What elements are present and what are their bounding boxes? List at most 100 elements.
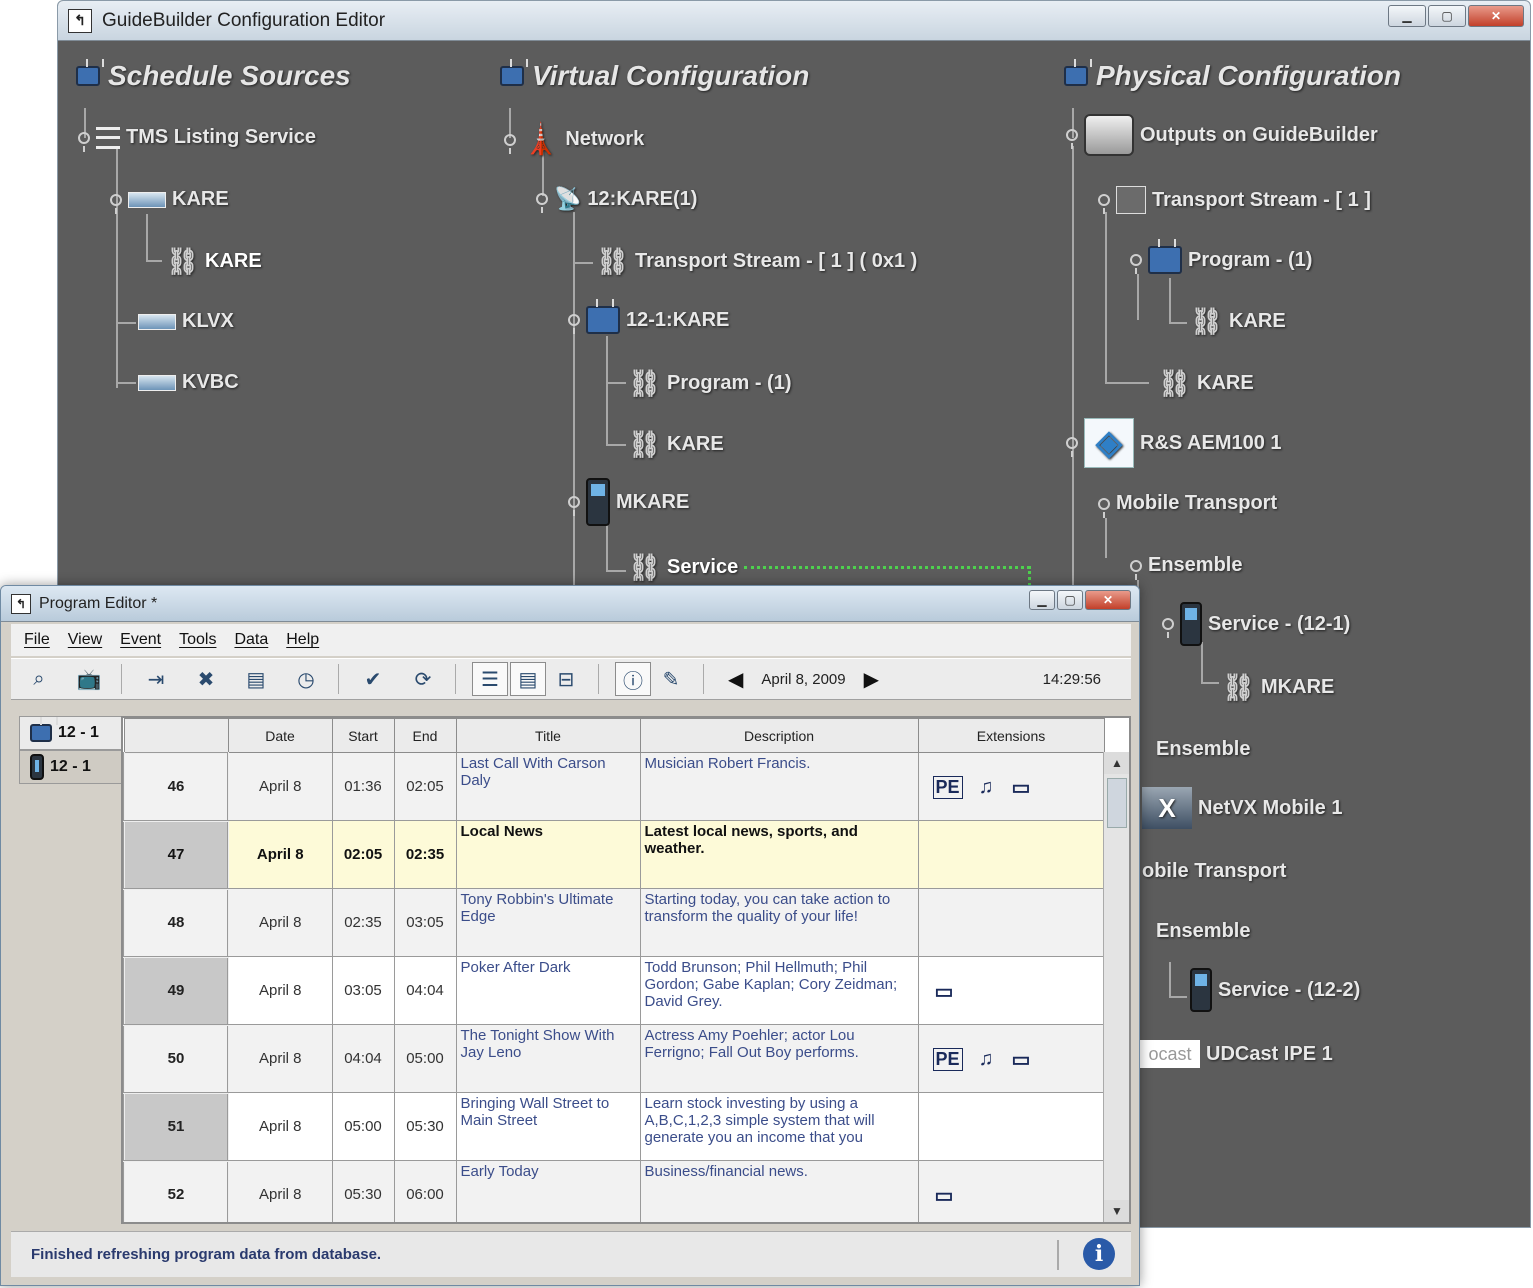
tree-node-kvbc[interactable]: KVBC [138,371,239,394]
description-cell[interactable]: Todd Brunson; Phil Hellmuth; Phil Gordon… [639,956,919,1025]
menu-file[interactable]: File [17,627,57,653]
table-row[interactable]: 46 April 8 01:36 02:05 Last Call With Carson… [123,751,1105,822]
audio-extension-icon[interactable]: ♫ [977,1048,996,1071]
expand-toggle[interactable] [78,131,90,152]
title-cell[interactable]: Tony Robbin's Ultimate Edge [455,888,641,957]
clock-icon[interactable]: ◷ [288,662,324,696]
extensions-cell[interactable]: PE ♫ ▭ [917,1024,1105,1093]
end-cell[interactable]: 02:05 [393,752,457,821]
title-cell[interactable]: The Tonight Show With Jay Leno [455,1024,641,1093]
caption-extension-icon[interactable]: ▭ [1010,775,1033,800]
expand-toggle[interactable] [1162,618,1174,638]
description-cell[interactable]: Business/financial news. [639,1160,919,1222]
tree-node-kare-virtual[interactable]: ⛓ KARE [628,429,724,460]
table-row[interactable]: 48 April 8 02:35 03:05 Tony Robbin's Ultimat… [123,887,1105,958]
tree-node-12-kare[interactable]: 📡 12:KARE(1) [536,186,697,213]
maximize-button[interactable]: ▢ [1428,5,1466,27]
extensions-cell[interactable]: PE ♫ ▭ [917,752,1105,821]
tree-node-ensemble-2[interactable]: Ensemble [1156,738,1250,761]
tree-node-mobile-transport-2[interactable]: obile Transport [1142,860,1286,883]
tree-node-service-virtual[interactable]: ⛓ Service [628,552,738,583]
previous-day-arrow-icon[interactable]: ◀ [728,667,743,692]
start-cell[interactable]: 03:05 [331,956,395,1025]
table-row[interactable]: 49 April 8 03:05 04:04 Poker After Dark Todd … [123,955,1105,1026]
tree-node-program-virtual[interactable]: ⛓ Program - (1) [628,368,791,399]
tree-node-ensemble-1[interactable]: Ensemble [1130,554,1242,580]
tree-node-mkare-physical[interactable]: ⛓ MKARE [1222,672,1334,703]
date-cell[interactable]: April 8 [227,1024,333,1093]
date-cell[interactable]: April 8 [227,888,333,957]
extensions-cell[interactable] [917,1092,1105,1161]
column-header-start[interactable]: Start [331,718,395,753]
tree-node-12-1-kare[interactable]: 12-1:KARE [568,306,729,334]
start-cell[interactable]: 02:35 [331,888,395,957]
end-cell[interactable]: 05:30 [393,1092,457,1161]
description-cell[interactable]: Musician Robert Francis. [639,752,919,821]
tab-service-mobile[interactable]: 12 - 1 [19,750,121,784]
tree-node-rs-aem100[interactable]: ◈ R&S AEM100 1 [1066,418,1282,468]
date-cell[interactable]: April 8 [227,1092,333,1161]
table-row[interactable]: 50 April 8 04:04 05:00 The Tonight Show With… [123,1023,1105,1094]
search-icon[interactable]: ⌕ [21,662,57,696]
description-cell[interactable]: Starting today, you can take action to t… [639,888,919,957]
scroll-down-arrow-icon[interactable]: ▼ [1104,1200,1129,1222]
extensions-cell[interactable]: ▭ [917,956,1105,1025]
tree-node-kare-physical-b[interactable]: ⛓ KARE [1158,368,1254,399]
end-cell[interactable]: 05:00 [393,1024,457,1093]
tree-node-outputs-guidebuilder[interactable]: Outputs on GuideBuilder [1066,114,1378,156]
start-cell[interactable]: 02:05 [331,820,395,889]
expand-toggle[interactable] [1098,194,1110,214]
title-cell[interactable]: Early Today [455,1160,641,1222]
extensions-cell[interactable]: ▭ [917,1160,1105,1222]
extensions-cell[interactable] [917,888,1105,957]
audio-extension-icon[interactable]: ♫ [977,776,996,799]
expand-toggle[interactable] [568,496,580,516]
expand-toggle[interactable] [1098,497,1110,518]
menu-event[interactable]: Event [113,627,168,653]
tree-node-netvx-mobile[interactable]: X NetVX Mobile 1 [1142,787,1342,829]
tree-node-mobile-transport[interactable]: Mobile Transport [1098,492,1277,518]
tree-node-service-12-2[interactable]: Service - (12-2) [1190,968,1360,1012]
scroll-up-arrow-icon[interactable]: ▲ [1104,752,1129,774]
tree-node-network[interactable]: 🗼 Network [504,122,644,157]
view-split-icon[interactable]: ⊟ [548,662,584,696]
expand-toggle[interactable] [110,193,122,214]
tree-node-klvx[interactable]: KLVX [138,310,234,333]
title-cell[interactable]: Bringing Wall Street to Main Street [455,1092,641,1161]
title-cell[interactable]: Last Call With Carson Daly [455,752,641,821]
start-cell[interactable]: 01:36 [331,752,395,821]
description-cell[interactable]: Latest local news, sports, and weather. [639,820,919,889]
column-header-date[interactable]: Date [227,718,333,753]
tree-node-ensemble-3[interactable]: Ensemble [1156,920,1250,943]
end-cell[interactable]: 03:05 [393,888,457,957]
column-header-extensions[interactable]: Extensions [917,718,1105,753]
caption-extension-icon[interactable]: ▭ [933,979,956,1004]
minimize-button[interactable]: ▁ [1029,590,1055,610]
menu-data[interactable]: Data [227,627,275,653]
end-cell[interactable]: 06:00 [393,1160,457,1222]
tree-node-program-physical[interactable]: Program - (1) [1130,246,1312,274]
insert-event-icon[interactable]: ⇥ [138,662,174,696]
view-detail-icon[interactable]: ▤ [510,662,546,696]
end-cell[interactable]: 02:35 [393,820,457,889]
column-header-end[interactable]: End [393,718,457,753]
info-icon[interactable]: i [1083,1238,1115,1270]
expand-toggle[interactable] [1130,254,1142,274]
title-cell[interactable]: Local News [455,820,641,889]
maximize-button[interactable]: ▢ [1057,590,1083,610]
table-row[interactable]: 52 April 8 05:30 06:00 Early Today Business/f… [123,1159,1105,1222]
pe-extension-icon[interactable]: PE [932,776,963,799]
table-row[interactable]: 47 April 8 02:05 02:35 Local News Latest loca… [123,819,1105,890]
row-number-cell[interactable]: 51 [123,1091,229,1162]
tree-node-kare-link[interactable]: ⛓ KARE [166,246,262,277]
pe-extension-icon[interactable]: PE [932,1048,963,1071]
caption-extension-icon[interactable]: ▭ [933,1183,956,1208]
menu-help[interactable]: Help [279,627,326,653]
tab-service-tv[interactable]: 12 - 1 [19,716,121,750]
start-cell[interactable]: 05:00 [331,1092,395,1161]
minimize-button[interactable]: ▁ [1388,5,1426,27]
delete-event-icon[interactable]: ✖ [188,662,224,696]
start-cell[interactable]: 04:04 [331,1024,395,1093]
view-list-icon[interactable]: ☰ [472,662,508,696]
start-cell[interactable]: 05:30 [331,1160,395,1222]
